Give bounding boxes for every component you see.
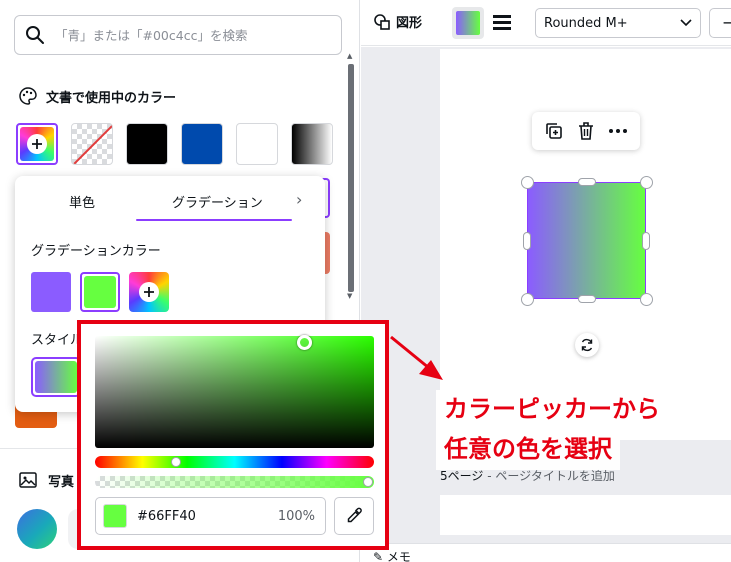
scroll-thumb[interactable] [348, 64, 354, 292]
image-icon [19, 472, 37, 488]
photo-color-thumbnail[interactable] [17, 509, 57, 549]
plus-icon [144, 287, 154, 297]
eyedropper-icon [347, 507, 362, 523]
resize-handle-top-left[interactable] [521, 176, 534, 189]
gradient-colors-label: グラデーションカラー [31, 244, 161, 259]
page-number: 5ページ [440, 469, 484, 483]
color-type-tabs: 単色 グラデーション › [15, 176, 325, 222]
resize-handle-bottom-left[interactable] [521, 293, 534, 306]
color-swatch-white[interactable] [236, 123, 278, 165]
selected-gradient-square[interactable] [527, 182, 646, 299]
color-swatch-blue[interactable] [181, 123, 223, 165]
annotation-arrow-icon [390, 335, 443, 380]
more-options-icon[interactable] [608, 128, 628, 134]
transparent-swatch[interactable] [71, 123, 113, 165]
trash-icon[interactable] [577, 121, 595, 141]
shapes-icon [374, 13, 390, 30]
shapes-button[interactable]: 図形 [373, 12, 422, 31]
font-size-decrease-button[interactable]: − [709, 8, 731, 38]
notes-icon: ✎ [373, 550, 387, 562]
active-tab-indicator [136, 219, 292, 221]
opacity-slider-knob[interactable] [363, 477, 373, 487]
annotation-line-2: 任意の色を選択 [436, 430, 620, 470]
photo-colors-title: 写真 [48, 474, 75, 490]
gradient-stop-1[interactable] [31, 272, 71, 312]
tab-solid[interactable]: 単色 [69, 192, 95, 211]
opacity-slider[interactable] [95, 476, 374, 488]
current-color-chip [103, 504, 127, 528]
notes-bar[interactable]: ✎ メモ [361, 543, 731, 562]
rotate-handle[interactable] [575, 333, 599, 357]
saturation-value-cursor[interactable] [296, 334, 312, 350]
hex-value[interactable]: #66FF40 [137, 509, 278, 524]
eyedropper-button[interactable] [334, 497, 374, 535]
duplicate-icon[interactable] [544, 121, 564, 141]
document-color-swatches [16, 123, 333, 165]
resize-handle-right[interactable] [642, 232, 650, 250]
gradient-stop-2[interactable] [80, 272, 120, 312]
top-toolbar: 図形 Rounded M+ − [361, 0, 731, 46]
add-color-swatch[interactable] [16, 123, 58, 165]
scroll-down-arrow-icon[interactable]: ▼ [347, 292, 352, 300]
opacity-value[interactable]: 100% [278, 509, 315, 524]
document-colors-heading: 文書で使用中のカラー [18, 86, 176, 106]
resize-handle-top-right[interactable] [640, 176, 653, 189]
notes-label: メモ [386, 550, 411, 562]
search-input[interactable] [55, 27, 325, 43]
hue-slider-knob[interactable] [170, 457, 181, 467]
tab-gradient[interactable]: グラデーション [172, 192, 263, 211]
photo-colors-heading: 写真 [18, 470, 74, 490]
panel-scrollbar[interactable]: ▲ ▼ [346, 52, 356, 300]
color-swatch-black[interactable] [126, 123, 168, 165]
chevron-down-icon [680, 19, 692, 27]
palette-icon [19, 87, 37, 105]
font-select[interactable]: Rounded M+ [535, 8, 701, 38]
shapes-label: 図形 [396, 16, 423, 31]
next-design-page[interactable] [440, 495, 731, 535]
color-search-box[interactable] [14, 15, 342, 55]
scroll-up-arrow-icon[interactable]: ▲ [347, 52, 352, 60]
resize-handle-bottom[interactable] [578, 295, 596, 303]
fill-color-button[interactable] [452, 7, 484, 39]
resize-handle-bottom-right[interactable] [640, 293, 653, 306]
hue-slider[interactable] [95, 456, 374, 468]
page-title-hint: - ページタイトルを追加 [483, 469, 615, 483]
search-icon [26, 26, 44, 44]
rotate-icon [581, 338, 593, 352]
element-context-toolbar [532, 112, 640, 150]
saturation-value-field[interactable] [95, 334, 374, 448]
chevron-right-icon[interactable]: › [296, 190, 302, 209]
document-colors-title: 文書で使用中のカラー [46, 90, 177, 106]
gradient-style-label: スタイル [31, 333, 84, 348]
plus-icon [32, 139, 42, 149]
font-name: Rounded M+ [544, 15, 628, 31]
resize-handle-left[interactable] [523, 232, 531, 250]
gradient-style-linear[interactable] [31, 357, 81, 397]
add-gradient-stop-button[interactable] [129, 272, 169, 312]
hex-color-input[interactable]: #66FF40 100% [95, 497, 326, 535]
annotation-line-1: カラーピッカーから [436, 390, 668, 430]
border-style-icon[interactable] [492, 14, 512, 32]
color-swatch-black-gradient[interactable] [291, 123, 333, 165]
resize-handle-top[interactable] [578, 178, 596, 186]
gradient-stops [31, 272, 169, 312]
